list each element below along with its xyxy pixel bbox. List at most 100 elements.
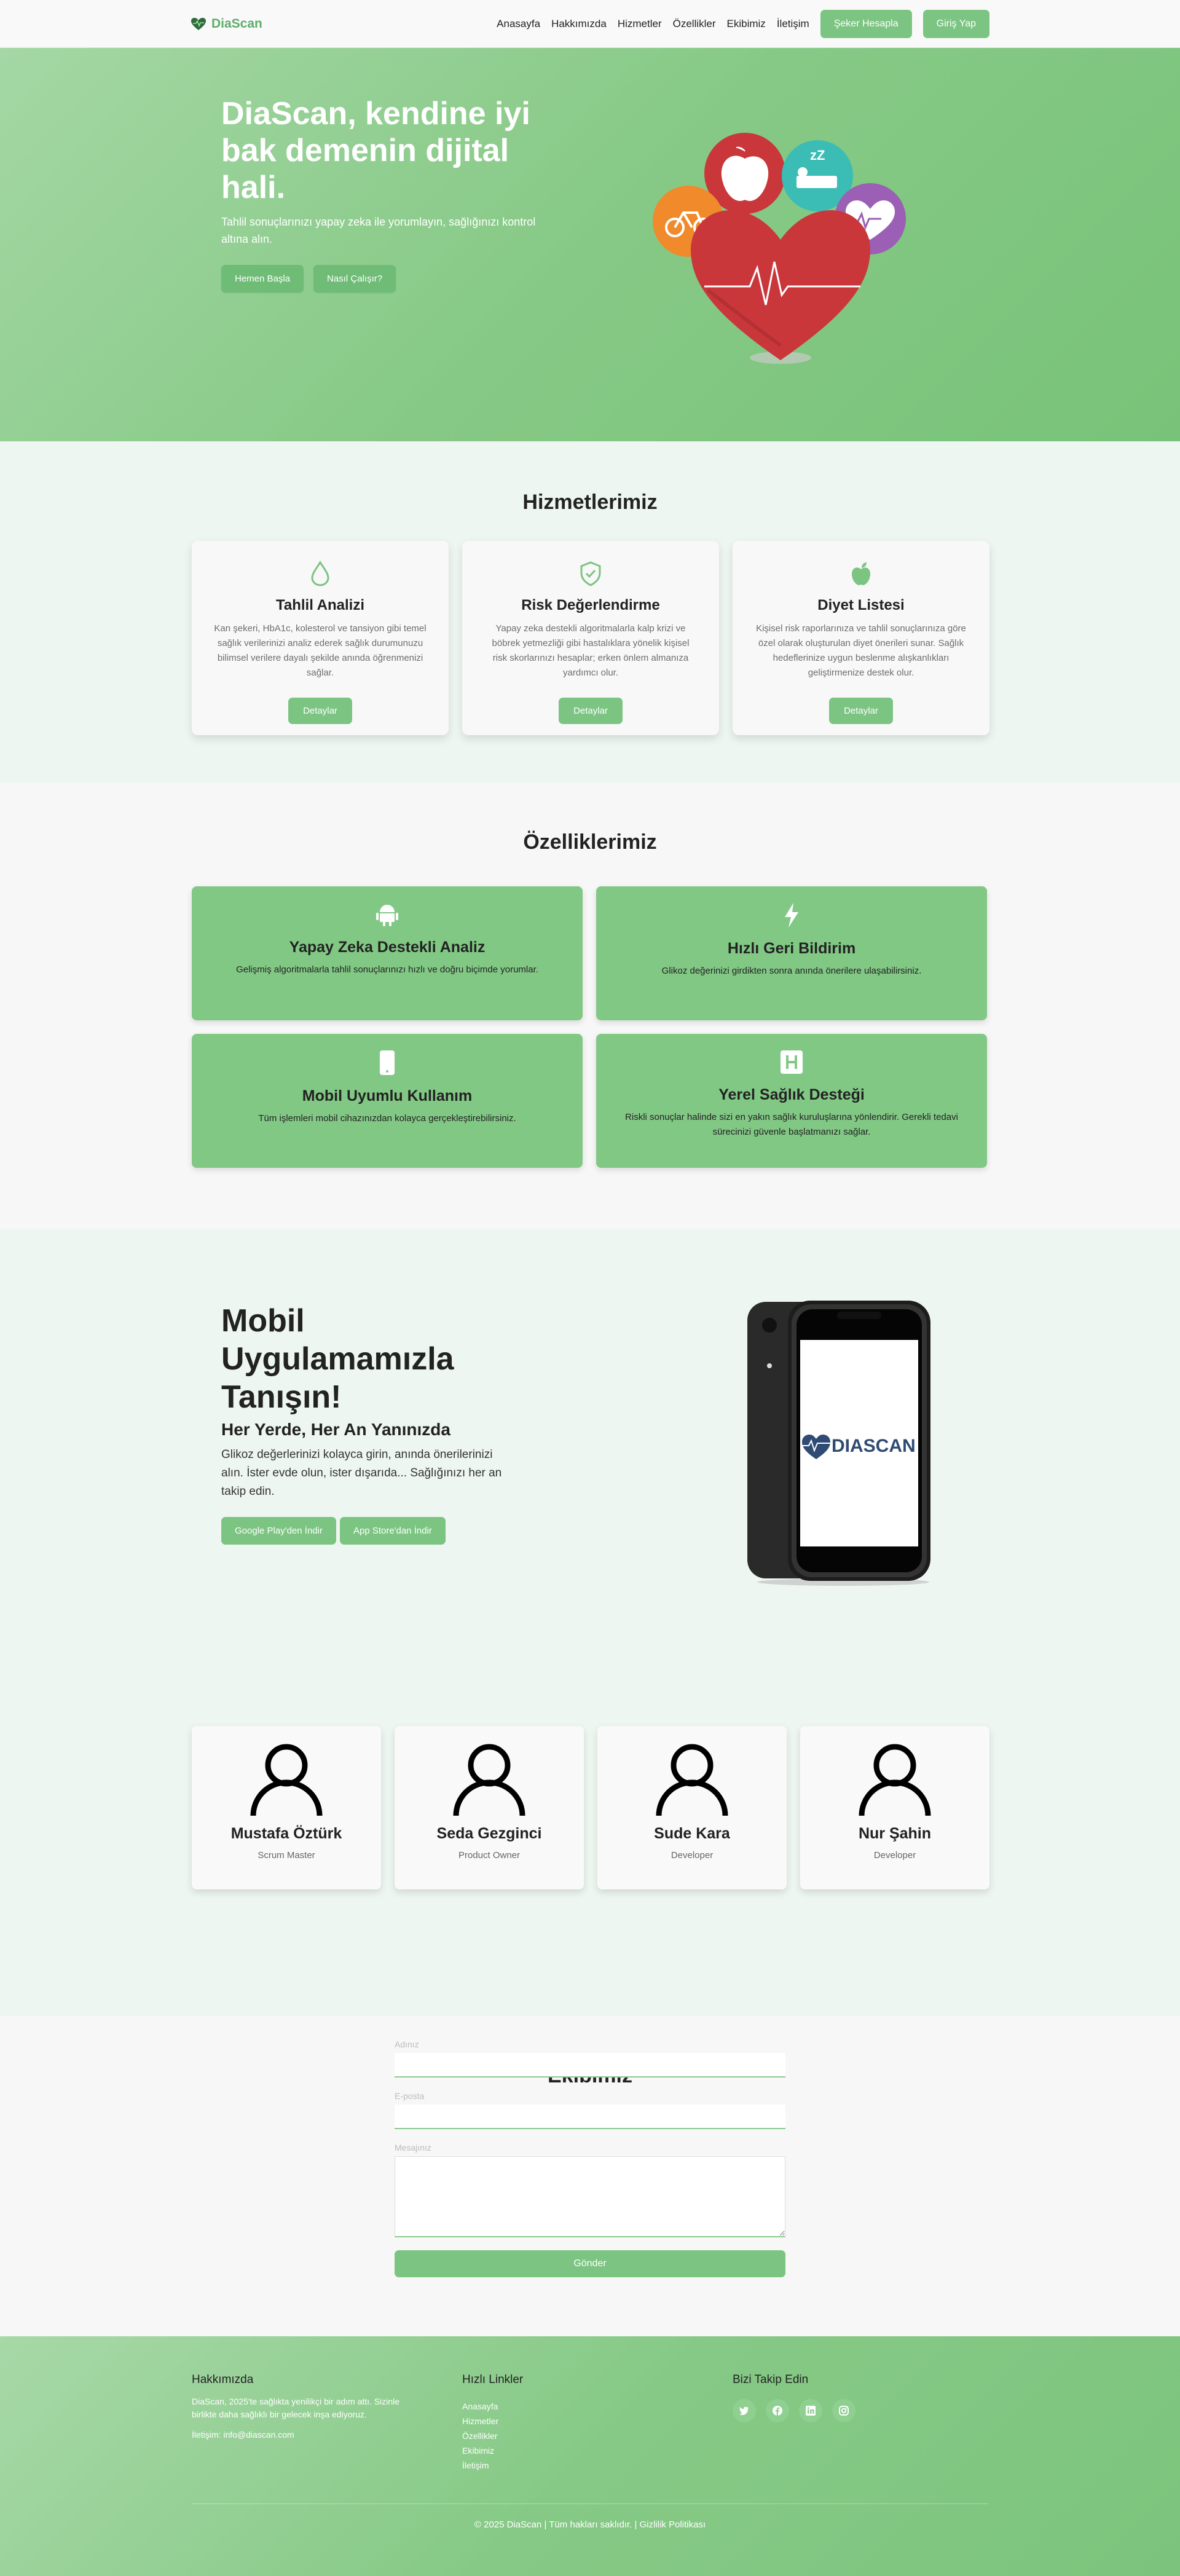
service-text: Kan şekeri, HbA1c, kolesterol ve tansiyo… (214, 623, 427, 678)
feature-title: Yapay Zeka Destekli Analiz (289, 939, 486, 956)
mobile-title: Mobil Uygulamamızla Tanışın! (221, 1303, 454, 1415)
features-list: Yapay Zeka Destekli Analiz Gelişmiş algo… (192, 886, 987, 1168)
footer-link-contact[interactable]: İletişim (462, 2458, 523, 2473)
google-play-button[interactable]: Google Play'den İndir (221, 1517, 336, 1545)
message-textarea[interactable] (395, 2156, 785, 2237)
mobile-text: Glikoz değerlerinizi kolayca girin, anın… (221, 1448, 502, 1498)
health-illustration: zZ (653, 133, 906, 364)
user-avatar-icon (859, 1744, 931, 1816)
feature-title: Mobil Uyumlu Kullanım (302, 1087, 473, 1105)
start-button[interactable]: Hemen Başla (221, 265, 304, 293)
team-member-card: Sude Kara Developer (597, 1726, 787, 1889)
team-list: Mustafa Öztürk Scrum Master Seda Gezginc… (192, 1726, 989, 1889)
apple-icon (852, 562, 870, 585)
member-role: Developer (873, 1850, 916, 1861)
hero-section: DiaScan, kendine iyi bak demenin dijital… (0, 48, 1180, 441)
hero-title: DiaScan, kendine iyi bak demenin dijital… (221, 96, 530, 205)
services-title: Hizmetlerimiz (522, 490, 658, 514)
footer-contact-line: İletişim: info@diascan.com (192, 2430, 294, 2440)
logo[interactable]: DiaScan (191, 17, 262, 31)
feature-card: Yerel Sağlık Desteği Riskli sonuçlar hal… (596, 1034, 987, 1168)
service-text: Kişisel risk raporlarınıza ve tahlil son… (756, 623, 966, 678)
user-avatar-icon (250, 1744, 323, 1816)
site-header: DiaScan Anasayfa Hakkımızda Hizmetler Öz… (0, 0, 1180, 48)
nav-home[interactable]: Anasayfa (497, 18, 540, 30)
twitter-icon[interactable] (733, 2399, 756, 2422)
instagram-icon[interactable] (832, 2399, 856, 2422)
contact-form: Adınız E-posta Mesajınız Gönder (395, 2039, 785, 2277)
mobile-app-section (0, 1229, 1180, 1623)
login-button[interactable]: Giriş Yap (922, 10, 989, 38)
nav-services[interactable]: Hizmetler (618, 18, 662, 30)
footer-about-text: DiaScan, 2025'te sağlıkta yenilikçi bir … (192, 2397, 400, 2419)
footer-follow-title: Bizi Takip Edin (733, 2373, 809, 2386)
nav-about[interactable]: Hakkımızda (551, 18, 607, 30)
footer-link-features[interactable]: Özellikler (462, 2428, 523, 2443)
copyright-text: © 2025 DiaScan | Tüm hakları saklıdır. |… (474, 2519, 706, 2530)
details-button[interactable]: Detaylar (559, 698, 623, 724)
hospital-icon (781, 1050, 803, 1074)
feature-card: Hızlı Geri Bildirim Glikoz değerinizi gi… (596, 886, 987, 1020)
service-title: Diyet Listesi (817, 597, 905, 613)
mobile-phone-icon (380, 1050, 395, 1075)
logo-text: DiaScan (211, 17, 262, 31)
feature-card: Yapay Zeka Destekli Analiz Gelişmiş algo… (192, 886, 583, 1020)
footer-link-team[interactable]: Ekibimiz (462, 2443, 523, 2458)
team-member-card: Nur Şahin Developer (800, 1726, 989, 1889)
member-name: Sude Kara (654, 1825, 730, 1842)
footer-about: Hakkımızda DiaScan, 2025'te sağlıkta yen… (192, 2373, 425, 2441)
heart-logo-icon (191, 18, 206, 30)
phone-brand-text: DIASCAN (832, 1436, 916, 1456)
feature-text: Gelişmiş algoritmalarla tahlil sonuçları… (236, 964, 538, 975)
name-input[interactable] (395, 2053, 785, 2078)
linkedin-icon[interactable] (799, 2399, 822, 2422)
features-title: Özelliklerimiz (523, 830, 657, 854)
details-button[interactable]: Detaylar (288, 698, 352, 724)
team-member-card: Seda Gezginci Product Owner (395, 1726, 584, 1889)
email-input[interactable] (395, 2105, 785, 2129)
mobile-subtitle: Her Yerde, Her An Yanınızda (221, 1420, 450, 1439)
phone-mockup: DIASCAN (747, 1301, 930, 1586)
feature-text: Riskli sonuçlar halinde sizi en yakın sa… (625, 1112, 958, 1137)
nav-team[interactable]: Ekibimiz (727, 18, 766, 30)
how-it-works-button[interactable]: Nasıl Çalışır? (313, 265, 396, 293)
facebook-icon[interactable] (766, 2399, 789, 2422)
feature-title: Hızlı Geri Bildirim (727, 940, 856, 957)
svg-text:zZ: zZ (810, 148, 825, 163)
footer-link-services[interactable]: Hizmetler (462, 2414, 523, 2428)
message-label: Mesajınız (395, 2143, 431, 2153)
user-avatar-icon (453, 1744, 525, 1816)
drop-icon (311, 561, 329, 586)
services-list: Tahlil Analizi Kan şekeri, HbA1c, kolest… (192, 541, 989, 735)
footer-link-home[interactable]: Anasayfa (462, 2399, 523, 2414)
sugar-calc-button[interactable]: Şeker Hesapla (820, 10, 912, 38)
feature-card: Mobil Uyumlu Kullanım Tüm işlemleri mobi… (192, 1034, 583, 1168)
name-label: Adınız (395, 2039, 419, 2049)
service-title: Risk Değerlendirme (521, 597, 660, 613)
feature-text: Glikoz değerinizi girdikten sonra anında… (661, 966, 922, 976)
service-card: Risk Değerlendirme Yapay zeka destekli a… (462, 541, 719, 735)
email-label: E-posta (395, 2091, 425, 2101)
member-name: Mustafa Öztürk (230, 1825, 342, 1842)
main-nav: Anasayfa Hakkımızda Hizmetler Özellikler… (497, 10, 989, 38)
service-card: Diyet Listesi Kişisel risk raporlarınıza… (733, 541, 989, 735)
member-role: Developer (671, 1850, 714, 1861)
feature-title: Yerel Sağlık Desteği (718, 1086, 865, 1103)
send-button[interactable]: Gönder (395, 2250, 785, 2277)
footer-divider (192, 2503, 988, 2504)
details-button[interactable]: Detaylar (829, 698, 893, 724)
footer-links: Hızlı Linkler Anasayfa Hizmetler Özellik… (462, 2373, 523, 2473)
lightning-icon (785, 903, 798, 928)
nav-contact[interactable]: İletişim (777, 18, 809, 30)
nav-features[interactable]: Özellikler (673, 18, 716, 30)
footer-links-title: Hızlı Linkler (462, 2373, 524, 2386)
site-footer: Hakkımızda DiaScan, 2025'te sağlıkta yen… (0, 2336, 1180, 2576)
app-store-button[interactable]: App Store'dan İndir (339, 1517, 446, 1545)
member-name: Nur Şahin (858, 1825, 932, 1842)
member-name: Seda Gezginci (436, 1825, 542, 1842)
hero-subtitle: Tahlil sonuçlarınızı yapay zeka ile yoru… (221, 216, 536, 245)
android-icon (376, 905, 398, 926)
service-title: Tahlil Analizi (275, 597, 364, 613)
service-card: Tahlil Analizi Kan şekeri, HbA1c, kolest… (192, 541, 449, 735)
shield-check-icon (580, 561, 601, 586)
